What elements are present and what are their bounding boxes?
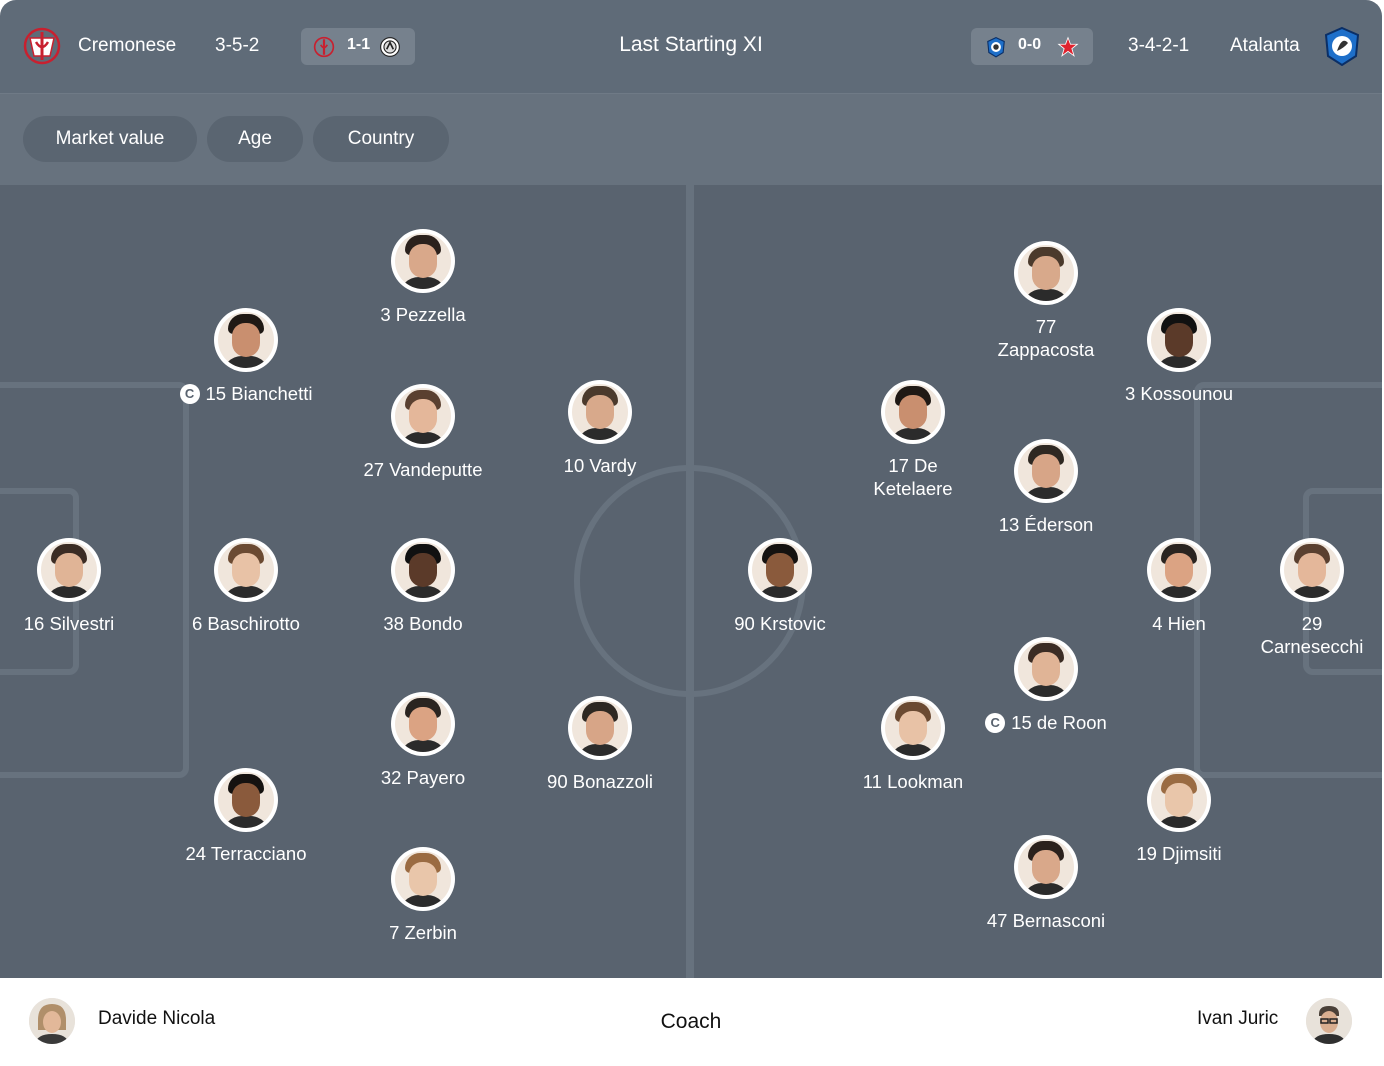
player-name[interactable]: 13 Éderson <box>966 513 1126 536</box>
player-name[interactable]: 10 Vardy <box>520 454 680 477</box>
atalanta-crest-icon <box>987 37 1005 58</box>
coach-section-title: Coach <box>660 1010 722 1033</box>
player-name[interactable]: 16 Silvestri <box>0 612 149 635</box>
captain-icon: C <box>179 384 200 404</box>
player-name[interactable]: 6 Baschirotto <box>166 612 326 635</box>
away-player[interactable]: 47 Bernasconi <box>966 835 1126 932</box>
home-player[interactable]: 32 Payero <box>343 692 503 789</box>
player-name[interactable]: 32 Payero <box>343 766 503 789</box>
player-avatar[interactable] <box>391 538 455 602</box>
player-name[interactable]: 77 Zappacosta <box>966 315 1126 361</box>
home-player[interactable]: C 15 Bianchetti <box>166 308 326 405</box>
home-player[interactable]: 10 Vardy <box>520 380 680 477</box>
away-last-match-chip[interactable]: 0-0 <box>971 28 1093 65</box>
player-avatar[interactable] <box>391 229 455 293</box>
player-avatar[interactable] <box>1014 241 1078 305</box>
player-avatar[interactable] <box>881 380 945 444</box>
player-avatar[interactable] <box>1147 768 1211 832</box>
away-coach-portrait-icon <box>1306 998 1352 1044</box>
player-avatar[interactable] <box>1147 538 1211 602</box>
home-player[interactable]: 7 Zerbin <box>343 847 503 944</box>
away-player[interactable]: 17 De Ketelaere <box>833 380 993 500</box>
player-avatar[interactable] <box>37 538 101 602</box>
away-player[interactable]: 11 Lookman <box>833 696 993 793</box>
away-player[interactable]: 4 Hien <box>1099 538 1259 635</box>
player-avatar[interactable] <box>1147 308 1211 372</box>
player-avatar[interactable] <box>881 696 945 760</box>
home-player[interactable]: 38 Bondo <box>343 538 503 635</box>
lineup-card: Cremonese 3-5-2 1-1 Last Starting XI 0-0… <box>0 0 1382 1066</box>
country-filter-button[interactable]: Country <box>313 116 449 162</box>
player-name[interactable]: 90 Krstovic <box>700 612 860 635</box>
atalanta-crest-icon <box>1324 26 1360 66</box>
home-player[interactable]: 3 Pezzella <box>343 229 503 326</box>
player-avatar[interactable] <box>391 847 455 911</box>
lineup-header: Cremonese 3-5-2 1-1 Last Starting XI 0-0… <box>0 0 1382 94</box>
player-avatar[interactable] <box>1280 538 1344 602</box>
home-player[interactable]: 90 Bonazzoli <box>520 696 680 793</box>
home-player[interactable]: 27 Vandeputte <box>343 384 503 481</box>
player-name[interactable]: 90 Bonazzoli <box>520 770 680 793</box>
player-avatar[interactable] <box>1014 637 1078 701</box>
away-last-score: 0-0 <box>1018 36 1042 53</box>
away-player[interactable]: 77 Zappacosta <box>966 241 1126 361</box>
home-player[interactable]: 6 Baschirotto <box>166 538 326 635</box>
player-name[interactable]: 7 Zerbin <box>343 921 503 944</box>
market-value-filter-button[interactable]: Market value <box>23 116 197 162</box>
player-name[interactable]: 17 De Ketelaere <box>833 454 993 500</box>
player-name[interactable]: C 15 Bianchetti <box>166 382 326 405</box>
player-avatar[interactable] <box>568 380 632 444</box>
player-avatar[interactable] <box>391 692 455 756</box>
coach-bar: Davide Nicola Coach Ivan Juric <box>0 978 1382 1066</box>
away-coach-name[interactable]: Ivan Juric <box>1197 1008 1278 1030</box>
player-avatar[interactable] <box>214 308 278 372</box>
player-avatar[interactable] <box>568 696 632 760</box>
player-name[interactable]: 3 Pezzella <box>343 303 503 326</box>
age-filter-button[interactable]: Age <box>207 116 303 162</box>
player-name[interactable]: 11 Lookman <box>833 770 993 793</box>
player-avatar[interactable] <box>1014 439 1078 503</box>
away-coach-avatar[interactable] <box>1306 998 1352 1044</box>
player-avatar[interactable] <box>214 538 278 602</box>
player-name[interactable]: 24 Terracciano <box>166 842 326 865</box>
home-player[interactable]: 16 Silvestri <box>0 538 149 635</box>
player-avatar[interactable] <box>214 768 278 832</box>
home-player[interactable]: 24 Terracciano <box>166 768 326 865</box>
player-name[interactable]: 38 Bondo <box>343 612 503 635</box>
filter-bar: Market value Age Country <box>0 94 1382 185</box>
away-player[interactable]: 90 Krstovic <box>700 538 860 635</box>
away-team-name: Atalanta <box>1230 35 1300 56</box>
player-name[interactable]: 27 Vandeputte <box>343 458 503 481</box>
player-avatar[interactable] <box>391 384 455 448</box>
player-name[interactable]: 3 Kossounou <box>1099 382 1259 405</box>
away-formation: 3-4-2-1 <box>1128 35 1190 56</box>
player-avatar[interactable] <box>1014 835 1078 899</box>
player-name[interactable]: 4 Hien <box>1099 612 1259 635</box>
red-star-crest-icon <box>1057 36 1079 57</box>
player-avatar[interactable] <box>748 538 812 602</box>
player-name[interactable]: 47 Bernasconi <box>966 909 1126 932</box>
